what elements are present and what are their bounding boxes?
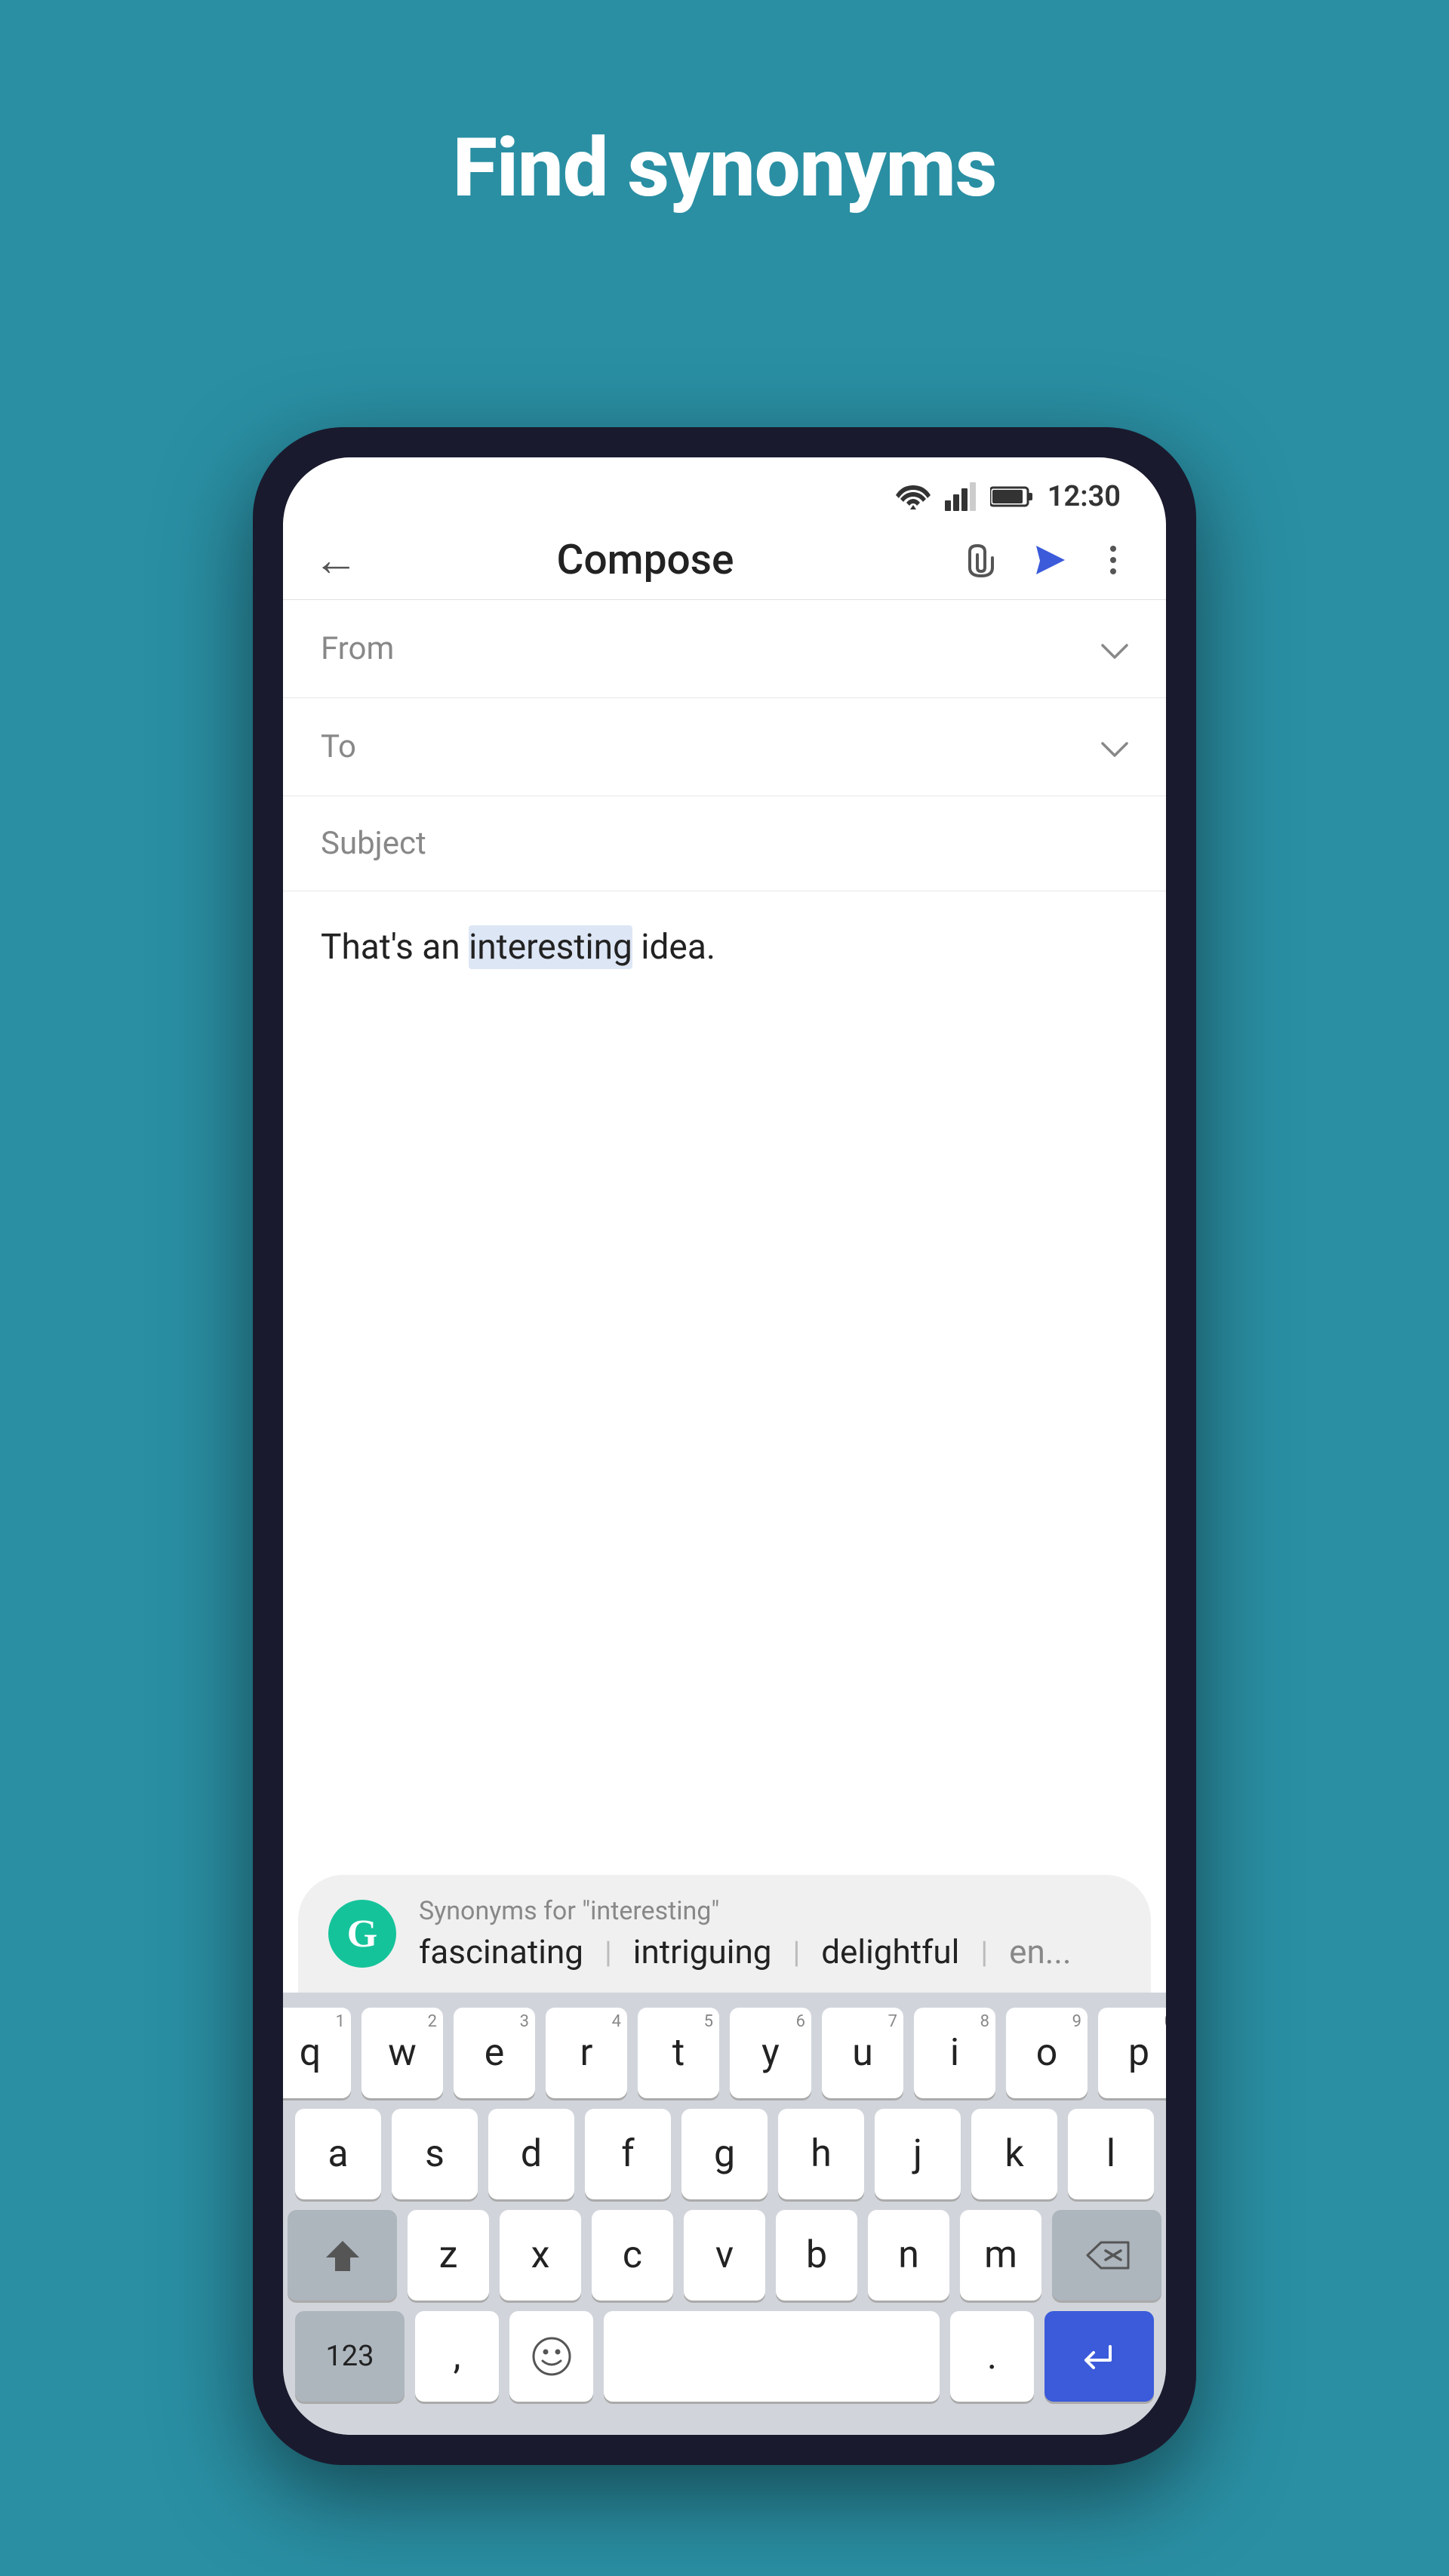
key-z[interactable]: z <box>408 2210 489 2301</box>
wifi-icon <box>895 482 931 511</box>
key-i[interactable]: 8i <box>914 2008 995 2098</box>
emoji-key[interactable] <box>509 2311 593 2402</box>
enter-icon <box>1078 2339 1121 2374</box>
to-field-row[interactable]: To <box>283 698 1166 796</box>
key-g[interactable]: g <box>681 2109 768 2199</box>
battery-icon <box>990 485 1034 508</box>
status-bar: 12:30 <box>283 457 1166 521</box>
synonym-delightful[interactable]: delightful <box>821 1932 959 1971</box>
synonyms-label: Synonyms for "interesting" <box>419 1896 1072 1926</box>
key-f[interactable]: f <box>585 2109 671 2199</box>
from-chevron-icon <box>1101 629 1128 669</box>
send-icon[interactable] <box>1030 541 1068 579</box>
synonyms-list: fascinating | intriguing | delightful | … <box>419 1932 1072 1971</box>
more-icon[interactable] <box>1098 541 1128 579</box>
keyboard: 1q 2w 3e 4r 5t 6y 7u <box>283 1993 1166 2435</box>
shift-key[interactable] <box>288 2210 397 2301</box>
grammarly-g-letter: G <box>347 1912 377 1956</box>
key-x[interactable]: x <box>500 2210 581 2301</box>
synonym-divider-1: | <box>605 1934 612 1970</box>
page-title: Find synonyms <box>453 121 997 216</box>
to-chevron-icon <box>1101 727 1128 767</box>
key-h[interactable]: h <box>778 2109 864 2199</box>
key-r[interactable]: 4r <box>546 2008 627 2098</box>
key-t[interactable]: 5t <box>638 2008 719 2098</box>
email-fields: From To Subject <box>283 600 1166 891</box>
synonym-divider-2: | <box>792 1934 800 1970</box>
key-j[interactable]: j <box>875 2109 961 2199</box>
email-text-before: That's an <box>321 927 469 968</box>
key-k[interactable]: k <box>971 2109 1057 2199</box>
key-b[interactable]: b <box>776 2210 857 2301</box>
phone-frame: 12:30 ← Compose <box>253 427 1196 2465</box>
synonym-fascinating[interactable]: fascinating <box>419 1932 583 1971</box>
key-e[interactable]: 3e <box>454 2008 535 2098</box>
phone-screen: 12:30 ← Compose <box>283 457 1166 2435</box>
key-period[interactable]: . <box>950 2311 1034 2402</box>
to-label: To <box>321 728 426 765</box>
subject-label: Subject <box>321 825 426 862</box>
from-field-row[interactable]: From <box>283 600 1166 698</box>
key-comma[interactable]: , <box>415 2311 499 2402</box>
synonym-more[interactable]: en... <box>1009 1932 1071 1971</box>
key-m[interactable]: m <box>960 2210 1041 2301</box>
signal-icon <box>945 482 977 511</box>
space-key[interactable] <box>604 2311 940 2402</box>
key-y[interactable]: 6y <box>730 2008 811 2098</box>
app-bar-action-icons <box>962 541 1128 579</box>
app-bar: ← Compose <box>283 521 1166 600</box>
attach-icon[interactable] <box>962 541 1000 579</box>
keyboard-row-1: 1q 2w 3e 4r 5t 6y 7u <box>295 2008 1154 2098</box>
key-u[interactable]: 7u <box>822 2008 903 2098</box>
keyboard-row-2: a s d f g h j k l <box>295 2109 1154 2199</box>
key-c[interactable]: c <box>592 2210 673 2301</box>
key-q[interactable]: 1q <box>283 2008 351 2098</box>
key-l[interactable]: l <box>1068 2109 1154 2199</box>
status-time: 12:30 <box>1048 480 1121 513</box>
key-v[interactable]: v <box>684 2210 765 2301</box>
key-p[interactable]: 0p <box>1098 2008 1166 2098</box>
key-d[interactable]: d <box>488 2109 574 2199</box>
app-bar-title: Compose <box>381 536 909 584</box>
email-text-after: idea. <box>632 927 715 968</box>
synonym-divider-3: | <box>980 1934 988 1970</box>
email-body[interactable]: That's an interesting idea. <box>283 891 1166 1875</box>
email-body-text: That's an interesting idea. <box>321 925 715 969</box>
enter-key[interactable] <box>1044 2311 1154 2402</box>
backspace-key[interactable] <box>1052 2210 1161 2301</box>
keyboard-row-3: z x c v b n m <box>295 2210 1154 2301</box>
email-text-highlighted: interesting <box>469 925 632 969</box>
key-w[interactable]: 2w <box>361 2008 443 2098</box>
grammarly-logo: G <box>328 1900 396 1968</box>
numbers-key[interactable]: 123 <box>295 2311 405 2402</box>
keyboard-row-4: 123 , . <box>295 2311 1154 2402</box>
from-label: From <box>321 630 426 667</box>
key-a[interactable]: a <box>295 2109 381 2199</box>
key-n[interactable]: n <box>868 2210 949 2301</box>
grammarly-suggestion-bar: G Synonyms for "interesting" fascinating… <box>298 1875 1151 1993</box>
synonym-intriguing[interactable]: intriguing <box>633 1932 772 1971</box>
key-s[interactable]: s <box>392 2109 478 2199</box>
key-o[interactable]: 9o <box>1006 2008 1088 2098</box>
status-icons: 12:30 <box>895 480 1121 513</box>
subject-field-row[interactable]: Subject <box>283 796 1166 891</box>
back-button[interactable]: ← <box>313 537 358 583</box>
synonyms-content: Synonyms for "interesting" fascinating |… <box>419 1896 1072 1971</box>
